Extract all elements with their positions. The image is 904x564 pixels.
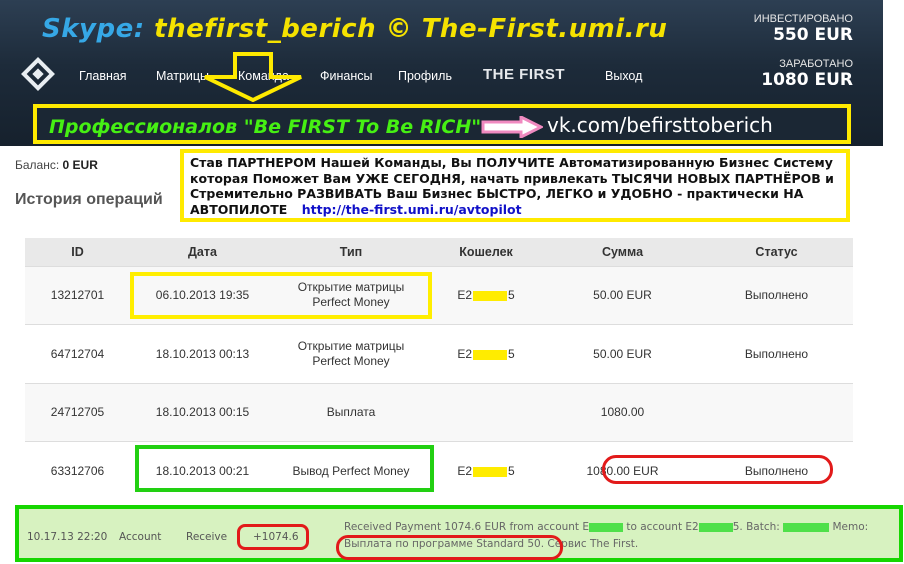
cell-amount: 50.00 EUR <box>545 265 700 325</box>
wallet-start: E2 <box>457 346 472 361</box>
skype-contact: thefirst_berich © The-First.umi.ru <box>154 14 668 44</box>
col-id: ID <box>25 238 130 266</box>
col-type: Тип <box>275 238 427 266</box>
invested-stat: ИНВЕСТИРОВАНО 550 EUR <box>754 13 853 45</box>
type-line: Выплата <box>326 404 376 419</box>
cell-date: 06.10.2013 19:35 <box>130 265 275 325</box>
banner-vk-link[interactable]: vk.com/befirsttoberich <box>547 113 773 137</box>
table-header-row: ID Дата Тип Кошелек Сумма Статус <box>25 238 853 266</box>
cell-status <box>700 382 853 442</box>
type-line: Открытие матрицы <box>297 338 405 353</box>
table-row: 63312706 18.10.2013 00:21 Вывод Perfect … <box>25 441 853 500</box>
right-arrow-annotation-icon <box>481 116 543 138</box>
payment-receipt: 10.17.13 22:20 Account Receive +1074.6 R… <box>15 505 903 562</box>
cell-id: 64712704 <box>25 324 130 383</box>
type-line: Perfect Money <box>312 295 390 310</box>
red-highlight-oval <box>237 524 309 550</box>
balance-value: 0 EUR <box>62 158 98 172</box>
down-arrow-annotation-icon <box>204 52 302 102</box>
cell-id: 24712705 <box>25 382 130 442</box>
operations-table: ID Дата Тип Кошелек Сумма Статус 1321270… <box>25 238 853 500</box>
col-status: Статус <box>700 238 853 266</box>
nav-home[interactable]: Главная <box>79 69 127 83</box>
wallet-start: E2 <box>457 288 472 303</box>
promo-link[interactable]: http://the-first.umi.ru/avtopilot <box>302 202 522 217</box>
nav-finance[interactable]: Финансы <box>320 69 372 83</box>
receipt-account: Account <box>119 531 162 543</box>
promo-banner: Профессионалов "Be FIRST To Be RICH" vk.… <box>33 104 851 144</box>
cell-status: Выполнено <box>700 265 853 325</box>
wallet-end: 5 <box>508 288 515 303</box>
memo-part: 5. Batch: <box>732 521 784 533</box>
receipt-time: 10.17.13 22:20 <box>27 531 108 543</box>
account-mask <box>698 522 733 532</box>
cell-date: 18.10.2013 00:13 <box>130 324 275 383</box>
table-row: 64712704 18.10.2013 00:13 Открытие матри… <box>25 324 853 383</box>
banner-text: Профессионалов "Be FIRST To Be RICH" <box>49 116 482 138</box>
invested-label: ИНВЕСТИРОВАНО <box>753 13 853 25</box>
cell-date: 18.10.2013 00:21 <box>130 441 275 500</box>
nav-profile[interactable]: Профиль <box>398 69 452 83</box>
cell-wallet: E2 5 <box>427 324 545 383</box>
table-row: 24712705 18.10.2013 00:15 Выплата 1080.0… <box>25 382 853 442</box>
cell-type: Открытие матрицы Perfect Money <box>275 324 427 383</box>
skype-caption: Skype: thefirst_berich © The-First.umi.r… <box>42 14 667 44</box>
cell-status: Выполнено <box>700 324 853 383</box>
receipt-type: Receive <box>186 531 228 543</box>
balance-label: Баланс: <box>15 158 60 172</box>
nav-brand-logo[interactable]: THE FIRST <box>483 66 565 83</box>
promo-box: Став ПАРТНЕРОМ Нашей Команды, Вы ПОЛУЧИТ… <box>180 149 850 222</box>
skype-label: Skype: <box>42 14 145 44</box>
cell-date: 18.10.2013 00:15 <box>130 382 275 442</box>
wallet-end: 5 <box>508 346 515 361</box>
wallet-mask <box>473 291 507 302</box>
memo-part: to account E2 <box>623 521 699 533</box>
type-line: Perfect Money <box>312 353 390 368</box>
memo-part: Received Payment 1074.6 EUR from account… <box>344 521 590 533</box>
table-row: 13212701 06.10.2013 19:35 Открытие матри… <box>25 265 853 325</box>
page-title: История операций <box>15 191 163 208</box>
cell-amount: 1080.00 EUR <box>545 441 700 500</box>
cell-type: Вывод Perfect Money <box>275 441 427 500</box>
site-header: Skype: thefirst_berich © The-First.umi.r… <box>0 0 883 146</box>
wallet-start: E2 <box>457 464 472 478</box>
cell-status: Выполнено <box>700 441 853 500</box>
earned-stat: ЗАРАБОТАНО 1080 EUR <box>761 58 853 90</box>
cell-amount: 1080.00 <box>545 382 700 442</box>
wallet-mask <box>473 349 507 360</box>
cell-type: Выплата <box>275 382 427 442</box>
site-logo-icon[interactable] <box>21 57 55 91</box>
cell-id: 13212701 <box>25 265 130 325</box>
type-line: Открытие матрицы <box>297 280 405 295</box>
earned-value: 1080 EUR <box>761 70 853 90</box>
cell-wallet: E2 5 <box>427 441 545 500</box>
col-date: Дата <box>130 238 275 266</box>
wallet-end: 5 <box>508 464 515 478</box>
wallet-mask <box>473 466 507 477</box>
nav-logout[interactable]: Выход <box>605 69 642 83</box>
col-wallet: Кошелек <box>427 238 545 266</box>
type-line: Вывод Perfect Money <box>292 463 410 478</box>
account-mask <box>589 522 624 532</box>
earned-label: ЗАРАБОТАНО <box>779 58 853 70</box>
batch-mask <box>783 522 830 532</box>
balance: Баланс: 0 EUR <box>15 158 98 172</box>
col-amount: Сумма <box>545 238 700 266</box>
cell-wallet: E2 5 <box>427 265 545 325</box>
cell-type: Открытие матрицы Perfect Money <box>275 265 427 325</box>
invested-value: 550 EUR <box>773 25 853 45</box>
cell-wallet <box>427 382 545 442</box>
red-highlight-oval <box>336 535 563 560</box>
cell-id: 63312706 <box>25 441 130 500</box>
cell-amount: 50.00 EUR <box>545 324 700 383</box>
